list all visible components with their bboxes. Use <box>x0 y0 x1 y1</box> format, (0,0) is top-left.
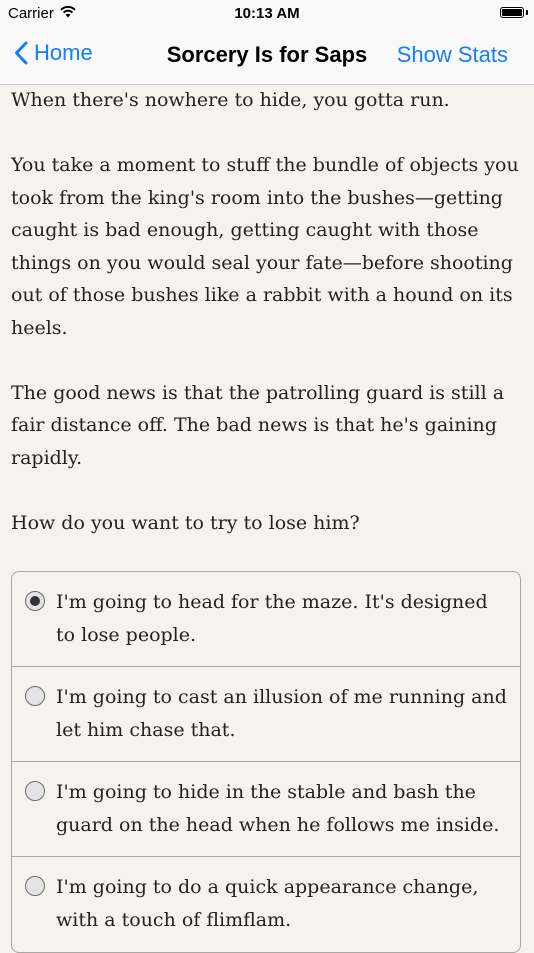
choice-option[interactable]: I'm going to head for the maze. It's des… <box>12 572 520 667</box>
story-text: When there's nowhere to hide, you gotta … <box>11 84 527 572</box>
choice-label: I'm going to hide in the stable and bash… <box>56 781 500 836</box>
back-button[interactable]: Home <box>14 40 93 66</box>
status-time: 10:13 AM <box>234 5 300 22</box>
radio-button[interactable] <box>25 686 45 706</box>
story-paragraph: You take a moment to stuff the bundle of… <box>11 154 519 339</box>
choice-option[interactable]: I'm going to do a quick appearance chang… <box>12 857 520 952</box>
status-bar: Carrier 10:13 AM <box>0 0 534 28</box>
battery-icon <box>500 7 528 18</box>
story-paragraph: The good news is that the patrolling gua… <box>11 381 505 469</box>
choice-label: I'm going to cast an illusion of me runn… <box>56 686 507 741</box>
choice-label: I'm going to head for the maze. It's des… <box>56 591 488 646</box>
choice-option[interactable]: I'm going to hide in the stable and bash… <box>12 762 520 857</box>
story-question: How do you want to try to lose him? <box>11 511 360 534</box>
show-stats-button[interactable]: Show Stats <box>397 42 508 68</box>
radio-button[interactable] <box>25 591 45 611</box>
back-button-label: Home <box>34 40 93 65</box>
navigation-bar: Home Sorcery Is for Saps Show Stats <box>0 28 534 85</box>
radio-button[interactable] <box>25 876 45 896</box>
choice-option[interactable]: I'm going to cast an illusion of me runn… <box>12 667 520 762</box>
choice-label: I'm going to do a quick appearance chang… <box>56 876 479 931</box>
radio-button[interactable] <box>25 781 45 801</box>
story-paragraph: When there's nowhere to hide, you gotta … <box>11 89 450 111</box>
choice-list: I'm going to head for the maze. It's des… <box>11 571 521 953</box>
chevron-left-icon <box>14 41 28 65</box>
